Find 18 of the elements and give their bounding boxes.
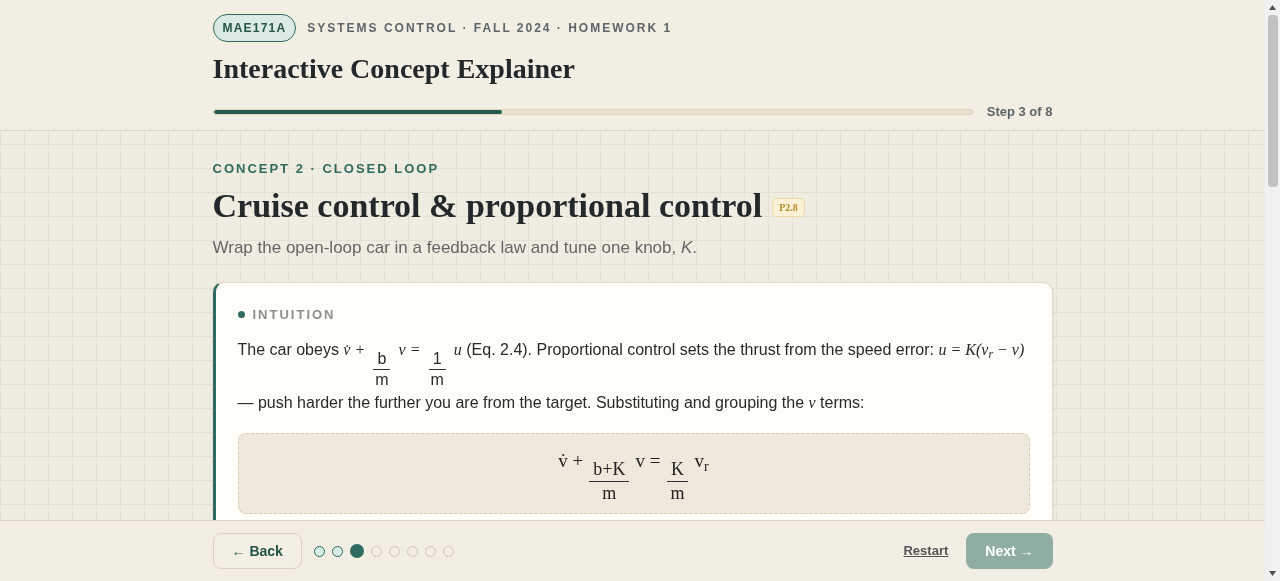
step-counter: Step 3 of 8 <box>986 103 1053 121</box>
scroll-up-icon[interactable] <box>1269 5 1276 10</box>
scroll-down-icon[interactable] <box>1269 571 1276 576</box>
concept-eyebrow: CONCEPT 2 · CLOSED LOOP <box>212 160 440 178</box>
section-label: INTUITION <box>252 305 336 324</box>
problem-tag: P2.8 <box>772 198 805 218</box>
concept-subtitle: Wrap the open-loop car in a feedback law and tune one knob, K. <box>212 237 698 259</box>
page-title: Interactive Concept Explainer <box>212 52 575 86</box>
back-button[interactable]: ← Back <box>212 533 302 569</box>
course-badge: MAE171A <box>212 14 297 42</box>
concept-title: Cruise control & proportional control <box>212 185 763 226</box>
intuition-paragraph: The car obeys v̇ + b m v = 1 m u (Eq. 2.4). Proportional control sets the thrust from the speed error: u = K(v$_{r}$ − v) — push harder the further you are from the target. Substituting and grouping the v terms: <box>237 340 1026 413</box>
breadcrumb: SYSTEMS CONTROL · FALL 2024 · HOMEWORK 1 <box>307 20 673 37</box>
scrollbar-thumb[interactable] <box>1267 15 1278 187</box>
restart-link[interactable]: Restart <box>903 541 949 561</box>
equation: v̇ + b+K m v = K m v$_{r}$ <box>558 449 709 504</box>
bullet-icon <box>237 310 245 318</box>
scrollbar[interactable] <box>1265 0 1280 581</box>
